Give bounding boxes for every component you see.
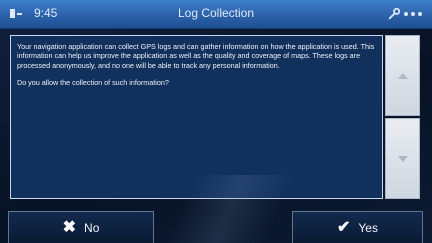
no-button[interactable]: ✖ No — [8, 211, 154, 243]
message-text: Your navigation application can collect … — [17, 42, 377, 96]
scroll-down-button[interactable] — [385, 118, 420, 199]
close-icon: ✖ — [62, 218, 77, 236]
no-button-label: No — [84, 220, 100, 235]
status-dot-icon — [411, 12, 415, 16]
dialog-screen: 9:45 Log Collection Your navigation appl… — [0, 0, 432, 243]
arrow-down-icon — [397, 155, 408, 162]
message-panel[interactable]: Your navigation application can collect … — [10, 35, 383, 199]
yes-button[interactable]: ✔ Yes — [292, 211, 423, 243]
arrow-up-icon — [397, 72, 408, 79]
wrench-icon — [388, 7, 401, 20]
message-paragraph-2: Do you allow the collection of such info… — [17, 78, 169, 88]
check-icon: ✔ — [337, 218, 351, 236]
status-right — [387, 7, 422, 21]
message-paragraph-1: Your navigation application can collect … — [17, 42, 375, 70]
yes-button-label: Yes — [358, 220, 378, 235]
status-dot-icon — [418, 12, 422, 16]
scroll-controls — [385, 35, 420, 199]
page-title: Log Collection — [177, 6, 255, 20]
status-dot-icon — [404, 12, 408, 16]
scroll-up-button[interactable] — [385, 35, 420, 116]
title-bar: 9:45 Log Collection — [0, 0, 432, 29]
